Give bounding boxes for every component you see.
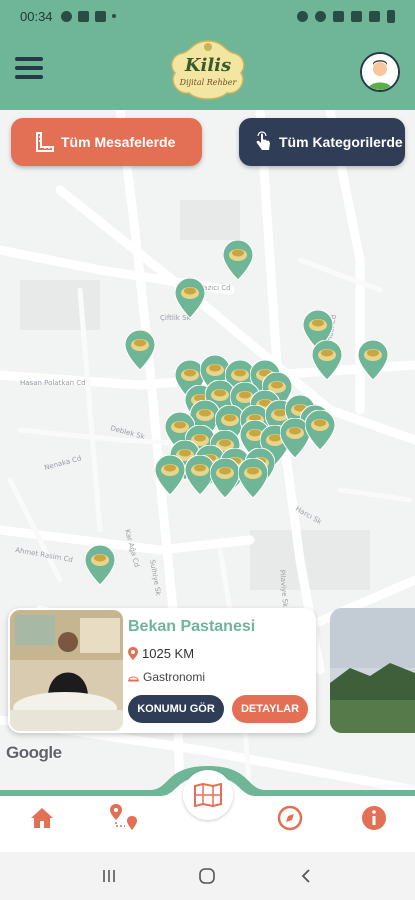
home-icon[interactable]: [24, 800, 60, 836]
signal-icon: [369, 10, 380, 22]
app-header: Kilis Dijital Rehber: [0, 32, 415, 110]
status-left-icons: [60, 10, 116, 22]
map-pin-marker[interactable]: [125, 330, 155, 370]
category-filter-label: Tüm Kategorilerde: [279, 134, 403, 150]
place-category: Gastronomi: [128, 670, 205, 684]
back-icon[interactable]: [291, 861, 321, 891]
details-button[interactable]: DETAYLAR: [232, 695, 308, 723]
svg-text:Kilis: Kilis: [184, 55, 231, 76]
compass-icon[interactable]: [272, 800, 308, 836]
map-pin-marker[interactable]: [85, 545, 115, 585]
map-icon[interactable]: [183, 770, 233, 820]
google-attribution: Google: [6, 743, 62, 762]
place-distance-value: 1025 KM: [142, 646, 195, 661]
map-pin-marker[interactable]: [238, 458, 268, 498]
location-icon: [315, 10, 326, 22]
place-distance: 1025 KM: [128, 646, 194, 661]
map-pin-marker[interactable]: [312, 340, 342, 380]
place-card[interactable]: Bekan Pastanesi 1025 KM Gastronomi KONUM…: [8, 608, 316, 733]
hamburger-icon[interactable]: [15, 57, 43, 79]
system-nav-bar: [0, 852, 415, 900]
place-photo: [10, 610, 123, 731]
category-filter-button[interactable]: Tüm Kategorilerde: [239, 118, 405, 166]
wifi-icon: [333, 10, 344, 22]
map-pin-marker[interactable]: [155, 455, 185, 495]
location-pin-icon: [128, 647, 138, 660]
avatar[interactable]: [360, 52, 400, 92]
info-icon[interactable]: [356, 800, 392, 836]
map-pin-marker[interactable]: [210, 458, 240, 498]
image-icon: [77, 10, 89, 22]
status-right-icons: [297, 9, 395, 23]
status-time: 00:34: [20, 8, 53, 24]
next-place-card[interactable]: [330, 608, 415, 733]
app-logo: Kilis Dijital Rehber: [163, 37, 253, 103]
alarm-icon: [297, 10, 308, 22]
message-icon: [94, 10, 106, 22]
map-pin-marker[interactable]: [175, 278, 205, 318]
bottom-nav: [0, 766, 415, 852]
tap-hand-icon: [256, 131, 270, 150]
distance-filter-label: Tüm Mesafelerde: [61, 134, 176, 150]
battery-icon: [387, 9, 395, 23]
recents-icon[interactable]: [94, 861, 124, 891]
ruler-icon: [36, 132, 54, 152]
show-location-button[interactable]: KONUMU GÖR: [128, 695, 224, 723]
place-title: Bekan Pastanesi: [128, 618, 256, 635]
distance-filter-button[interactable]: Tüm Mesafelerde: [11, 118, 202, 166]
dot-icon: [111, 14, 116, 18]
map-pin-marker[interactable]: [305, 410, 335, 450]
svg-text:Dijital Rehber: Dijital Rehber: [179, 78, 238, 87]
map-pin-marker[interactable]: [223, 240, 253, 280]
signal-icon: [351, 10, 362, 22]
food-icon: [128, 676, 139, 681]
map-pin-marker[interactable]: [358, 340, 388, 380]
route-icon[interactable]: [106, 800, 142, 836]
status-bar: 00:34: [0, 0, 415, 32]
place-category-label: Gastronomi: [143, 670, 206, 684]
home-circle-icon[interactable]: [192, 861, 222, 891]
svg-text:Hasan Polatkan Cd: Hasan Polatkan Cd: [20, 379, 86, 387]
location-icon: [60, 10, 72, 22]
